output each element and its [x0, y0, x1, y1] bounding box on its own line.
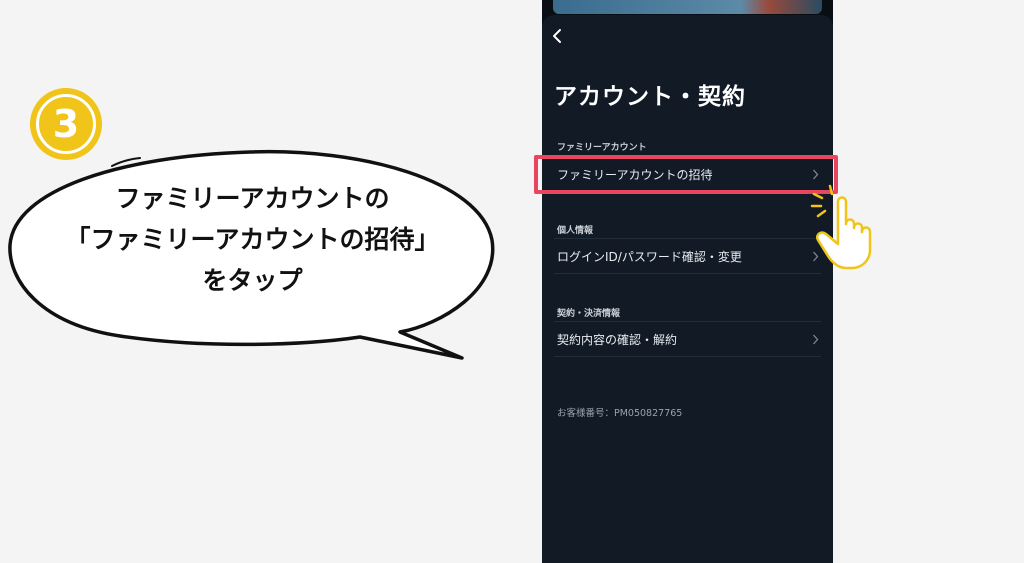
highlight-frame [534, 155, 838, 194]
section-label-personal: 個人情報 [557, 226, 594, 236]
callout-text: ファミリーアカウントの 「ファミリーアカウントの招待」 をタップ [55, 178, 450, 301]
account-sheet: アカウント・契約 ファミリーアカウント ファミリーアカウントの招待 個人情報 ロ… [542, 15, 833, 563]
phone-screen: アカウント・契約 ファミリーアカウント ファミリーアカウントの招待 個人情報 ロ… [542, 0, 833, 563]
callout-line-3: をタップ [202, 266, 303, 295]
section-label-contract: 契約・決済情報 [557, 309, 621, 319]
row-login-password[interactable]: ログインID/パスワード確認・変更 [554, 238, 821, 274]
chevron-left-icon [553, 29, 561, 43]
callout-line-1: ファミリーアカウントの [115, 184, 390, 213]
background-card [553, 0, 822, 14]
pointing-hand-icon [810, 184, 872, 270]
row-label: ログインID/パスワード確認・変更 [557, 249, 742, 264]
section-label-family: ファミリーアカウント [557, 143, 647, 153]
page-title: アカウント・契約 [554, 84, 746, 110]
chevron-right-icon [812, 334, 819, 345]
customer-number: お客様番号：PM050827765 [557, 408, 683, 419]
row-contract-details[interactable]: 契約内容の確認・解約 [554, 321, 821, 357]
back-button[interactable] [546, 25, 568, 47]
callout-line-2: 「ファミリーアカウントの招待」 [65, 225, 440, 254]
row-label: 契約内容の確認・解約 [557, 332, 678, 347]
